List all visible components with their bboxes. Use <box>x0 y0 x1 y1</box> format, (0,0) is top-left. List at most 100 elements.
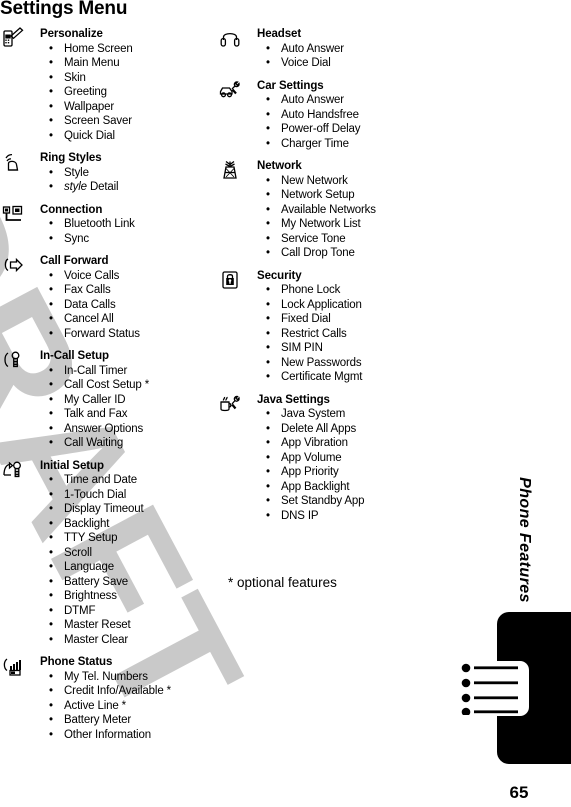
settings-item-list: • Voice Calls • Fax Calls • Data Calls • Cancel… <box>40 269 215 342</box>
settings-item-label: In-Call Timer <box>64 364 128 377</box>
settings-item-label: Active Line * <box>64 699 126 712</box>
bullet-icon: • <box>266 437 270 449</box>
settings-item-label: App Volume <box>281 451 342 464</box>
settings-group-body: Headset • Auto Answer • Voice Dial <box>257 27 447 71</box>
settings-item: • In-Call Timer <box>40 364 215 379</box>
in-call-setup-icon <box>0 349 26 371</box>
settings-item: • My Tel. Numbers <box>40 670 215 685</box>
settings-item: • Battery Meter <box>40 713 215 728</box>
settings-item-label: Greeting <box>64 86 107 98</box>
settings-group: Car Settings • Auto Answer • Auto Handsfree •… <box>217 79 447 152</box>
settings-item-list: • My Tel. Numbers • Credit Info/Available *… <box>40 670 215 743</box>
settings-item-label: Wallpaper <box>64 100 114 113</box>
settings-group-title: Personalize <box>40 28 103 40</box>
bullet-icon: • <box>49 129 53 142</box>
settings-item-label: Style <box>64 166 89 179</box>
bullet-icon: • <box>49 437 53 449</box>
settings-item: • Sync <box>40 232 215 247</box>
settings-item-label: Bluetooth Link <box>64 218 135 230</box>
settings-item-list: • Java System • Delete All Apps • App Vibrati… <box>257 407 447 523</box>
settings-item: • App Priority <box>257 465 447 480</box>
settings-item: • Fixed Dial <box>257 312 447 327</box>
settings-group-title: Car Settings <box>257 79 324 92</box>
settings-item: • DNS IP <box>257 509 447 524</box>
settings-item-label: Quick Dial <box>64 129 115 142</box>
settings-item-label: Display Timeout <box>64 503 144 515</box>
settings-item: • Service Tone <box>257 232 447 247</box>
settings-item-label: Screen Saver <box>64 115 132 127</box>
settings-group-title: In-Call Setup <box>40 350 109 362</box>
settings-item-label: Call Waiting <box>64 437 124 449</box>
settings-item-label: My Network List <box>281 218 361 230</box>
settings-item: • 1-Touch Dial <box>40 488 215 503</box>
padlock-icon <box>217 269 243 291</box>
settings-item: • Call Drop Tone <box>257 246 447 261</box>
settings-item: • Charger Time <box>257 137 447 152</box>
settings-item: • Master Reset <box>40 618 215 633</box>
settings-item-label: style Detail <box>64 181 119 193</box>
page-number: 65 <box>509 783 529 802</box>
settings-item: • Set Standby App <box>257 494 447 509</box>
settings-item-label: Auto Answer <box>281 94 344 106</box>
bullet-icon: • <box>266 94 270 106</box>
settings-group: Security • Phone Lock • Lock Application • Fix… <box>217 269 447 385</box>
settings-item-label: Battery Save <box>64 575 129 588</box>
left-column: Personalize • Home Screen • Main Menu • Skin • G… <box>0 27 215 750</box>
settings-item: • Forward Status <box>40 327 215 342</box>
settings-item: • Home Screen <box>40 42 215 57</box>
bullet-icon: • <box>266 284 270 296</box>
bullet-icon: • <box>49 115 53 127</box>
settings-group-title: Phone Status <box>40 656 113 668</box>
settings-item: • TTY Setup <box>40 531 215 546</box>
initial-setup-icon <box>0 459 26 481</box>
settings-item: • Credit Info/Available * <box>40 684 215 699</box>
settings-item: • Display Timeout <box>40 502 215 517</box>
bullet-icon: • <box>49 181 53 193</box>
settings-group-body: Phone Status • My Tel. Numbers • Credit Info… <box>40 655 215 742</box>
settings-group-title: Ring Styles <box>40 152 102 164</box>
settings-item: • Auto Answer <box>257 93 447 108</box>
settings-item-label: DTMF <box>64 604 96 617</box>
settings-item-label: App Priority <box>281 466 339 478</box>
settings-group: Headset • Auto Answer • Voice Dial <box>217 27 447 71</box>
settings-item: • Greeting <box>40 85 215 100</box>
bullet-icon: • <box>49 517 53 530</box>
settings-item-label: Home Screen <box>64 42 133 55</box>
settings-item-label: Master Reset <box>64 619 131 631</box>
phone-status-icon <box>0 655 26 677</box>
settings-item: • App Vibration <box>257 436 447 451</box>
settings-item-label: Auto Answer <box>281 42 344 55</box>
bullet-icon: • <box>49 474 53 486</box>
settings-item: • Main Menu <box>40 56 215 71</box>
settings-group: Personalize • Home Screen • Main Menu • Skin • G… <box>0 27 215 143</box>
settings-item: • Screen Saver <box>40 114 215 129</box>
settings-item-label: Time and Date <box>64 474 138 486</box>
settings-group-title: Java Settings <box>257 393 330 406</box>
settings-item-label: App Vibration <box>281 437 348 449</box>
bullet-icon: • <box>49 488 53 501</box>
settings-group-title: Network <box>257 160 302 172</box>
bullet-icon: • <box>266 108 270 121</box>
settings-item-list: • New Network • Network Setup • Available Net… <box>257 174 447 261</box>
settings-item-label: Phone Lock <box>281 284 341 296</box>
bullet-icon: • <box>49 100 53 113</box>
bullet-icon: • <box>266 174 270 187</box>
settings-item: • DTMF <box>40 604 215 619</box>
settings-group-body: Call Forward • Voice Calls • Fax Calls • Data … <box>40 254 215 341</box>
settings-item-label: Charger Time <box>281 137 349 150</box>
settings-item-label: Master Clear <box>64 633 129 646</box>
settings-item: • Delete All Apps <box>257 422 447 437</box>
settings-item: • style Detail <box>40 180 215 195</box>
settings-item: • App Volume <box>257 451 447 466</box>
settings-item-list: • Auto Answer • Auto Handsfree • Power-off De… <box>257 93 447 151</box>
bullet-icon: • <box>266 189 270 201</box>
settings-item: • My Caller ID <box>40 393 215 408</box>
bullet-icon: • <box>266 203 270 216</box>
bullet-icon: • <box>49 633 53 646</box>
settings-item: • Skin <box>40 71 215 86</box>
settings-item: • Auto Answer <box>257 42 447 57</box>
bullet-icon: • <box>49 699 53 712</box>
settings-item-label: Call Drop Tone <box>281 247 355 259</box>
bullet-icon: • <box>49 728 53 741</box>
bullet-icon: • <box>49 218 53 230</box>
